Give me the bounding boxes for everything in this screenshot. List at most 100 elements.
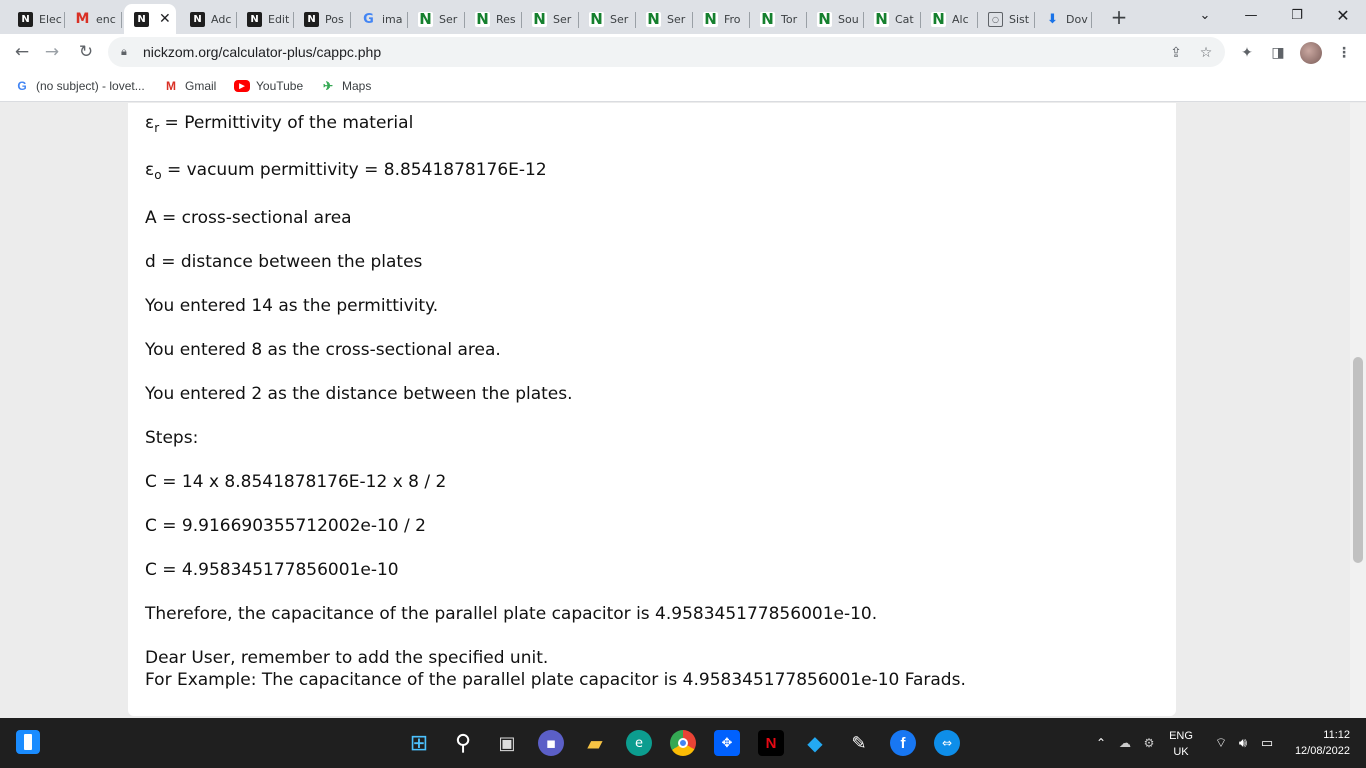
tab-18[interactable]: ○ Sist: [978, 4, 1035, 34]
volume-icon[interactable]: 🔊︎: [1230, 730, 1256, 756]
tab-label: ima: [382, 12, 403, 26]
nickzom-n-icon: N: [646, 10, 661, 28]
extensions-icon[interactable]: ✦: [1237, 43, 1257, 63]
widgets-icon[interactable]: [16, 730, 40, 754]
tab-9[interactable]: N Res: [465, 4, 522, 34]
url-text[interactable]: nickzom.org/calculator-plus/cappc.php: [143, 44, 381, 60]
tab-17[interactable]: N Alc: [921, 4, 978, 34]
google-icon: G: [363, 11, 374, 27]
edge-icon[interactable]: e: [626, 730, 652, 756]
onedrive-icon[interactable]: ☁: [1112, 730, 1138, 756]
vacuum-permittivity-definition: εo = vacuum permittivity = 8.8541878176E…: [145, 160, 547, 182]
nickzom-n-icon: N: [589, 10, 604, 28]
battery-icon[interactable]: ▭: [1254, 730, 1280, 756]
nickzom-icon: N: [18, 11, 33, 27]
chevron-up-icon[interactable]: ⌃: [1088, 730, 1114, 756]
entered-distance: You entered 2 as the distance between th…: [145, 384, 573, 404]
security-icon[interactable]: ⚙: [1136, 730, 1162, 756]
nickzom-n-icon: N: [475, 10, 490, 28]
reload-icon[interactable]: ↻: [74, 40, 98, 64]
tab-10[interactable]: N Ser: [522, 4, 579, 34]
share-icon[interactable]: ⇪: [1166, 43, 1186, 63]
lock-icon[interactable]: 🔒︎: [121, 45, 135, 59]
vscode-icon[interactable]: ◆: [802, 730, 828, 756]
paint-icon[interactable]: ✎: [846, 730, 872, 756]
download-icon: ⬇: [1047, 11, 1058, 27]
browser-toolbar: ← → ↻ 🔒︎ nickzom.org/calculator-plus/cap…: [0, 34, 1366, 70]
bookmark-no-subject[interactable]: G (no subject) - lovet...: [14, 76, 144, 96]
google-icon: G: [17, 79, 27, 93]
tab-5[interactable]: N Edit: [237, 4, 294, 34]
tab-label: Dov: [1066, 12, 1088, 26]
nickzom-icon: N: [304, 11, 319, 27]
nickzom-n-icon: N: [874, 10, 889, 28]
tab-label: Ser: [667, 12, 686, 26]
bookmarks-bar: G (no subject) - lovet... M Gmail ▶ YouTube…: [0, 70, 1366, 102]
tab-19[interactable]: ⬇ Dov: [1035, 4, 1092, 34]
bookmark-youtube[interactable]: ▶ YouTube: [234, 76, 303, 96]
minimize-icon[interactable]: —: [1228, 0, 1274, 30]
page-viewport: εr = Permittivity of the material εo = v…: [0, 103, 1350, 718]
teamviewer-icon[interactable]: ⇔: [934, 730, 960, 756]
tab-label: Elec: [39, 12, 62, 26]
tab-15[interactable]: N Sou: [807, 4, 864, 34]
facebook-icon[interactable]: f: [890, 730, 916, 756]
forward-icon[interactable]: →: [40, 40, 64, 64]
new-tab-button[interactable]: +: [1106, 4, 1132, 30]
tab-14[interactable]: N Tor: [750, 4, 807, 34]
unit-example: For Example: The capacitance of the para…: [145, 670, 966, 690]
avatar[interactable]: [1300, 42, 1322, 64]
tab-16[interactable]: N Cat: [864, 4, 921, 34]
tab-13[interactable]: N Fro: [693, 4, 750, 34]
tab-active[interactable]: N ✕: [124, 4, 176, 34]
tab-search-icon[interactable]: ⌄: [1182, 0, 1228, 30]
bookmark-label: YouTube: [256, 79, 304, 93]
dropbox-icon[interactable]: ✥: [714, 730, 740, 756]
clock-date[interactable]: 12/08/2022: [1284, 745, 1356, 757]
tab-label: Fro: [724, 12, 741, 26]
chrome-icon[interactable]: [670, 730, 696, 756]
address-bar[interactable]: 🔒︎ nickzom.org/calculator-plus/cappc.php…: [108, 37, 1225, 67]
tab-2[interactable]: Menc: [65, 4, 122, 34]
task-view-icon[interactable]: ▣: [494, 730, 520, 756]
scrollbar-thumb[interactable]: [1353, 357, 1363, 563]
step-2: C = 9.916690355712002e-10 / 2: [145, 516, 426, 536]
bookmark-star-icon[interactable]: ☆: [1196, 43, 1216, 63]
tab-label: Res: [496, 12, 516, 26]
search-icon[interactable]: ⚲: [450, 730, 476, 756]
tab-8[interactable]: N Ser: [408, 4, 465, 34]
bookmark-gmail[interactable]: M Gmail: [163, 76, 216, 96]
calculator-result-card: εr = Permittivity of the material εo = v…: [128, 103, 1176, 716]
nickzom-n-icon: N: [931, 10, 946, 28]
entered-area: You entered 8 as the cross-sectional are…: [145, 340, 501, 360]
file-explorer-icon[interactable]: ▰: [582, 730, 608, 756]
language-region[interactable]: UK: [1162, 746, 1200, 758]
bookmark-maps[interactable]: ✈ Maps: [320, 76, 371, 96]
tab-12[interactable]: N Ser: [636, 4, 693, 34]
clock-time[interactable]: 11:12: [1284, 729, 1356, 741]
restore-icon[interactable]: ❐: [1274, 0, 1320, 30]
side-panel-icon[interactable]: ◨: [1268, 43, 1288, 63]
chat-icon[interactable]: ▪: [538, 730, 564, 756]
tab-7[interactable]: Gima: [351, 4, 408, 34]
maps-icon: ✈: [322, 79, 334, 93]
page-scrollbar[interactable]: [1350, 103, 1366, 718]
tab-11[interactable]: N Ser: [579, 4, 636, 34]
menu-icon[interactable]: ⋮: [1334, 43, 1354, 63]
close-window-icon[interactable]: ✕: [1320, 0, 1366, 30]
tab-6[interactable]: N Pos: [294, 4, 351, 34]
tab-label: Sou: [838, 12, 859, 26]
start-icon[interactable]: ⊞: [406, 730, 432, 756]
tab-1[interactable]: N Elec: [8, 4, 65, 34]
language-code[interactable]: ENG: [1162, 730, 1200, 742]
tab-label: Ser: [610, 12, 629, 26]
netflix-icon[interactable]: N: [758, 730, 784, 756]
step-3: C = 4.958345177856001e-10: [145, 560, 399, 580]
nickzom-icon: N: [134, 11, 149, 27]
bookmark-label: Gmail: [185, 79, 217, 93]
nickzom-n-icon: N: [817, 10, 832, 28]
back-icon[interactable]: ←: [10, 40, 34, 64]
close-tab-icon[interactable]: ✕: [159, 11, 171, 27]
tab-4[interactable]: N Adc: [180, 4, 237, 34]
youtube-icon: ▶: [234, 80, 250, 92]
